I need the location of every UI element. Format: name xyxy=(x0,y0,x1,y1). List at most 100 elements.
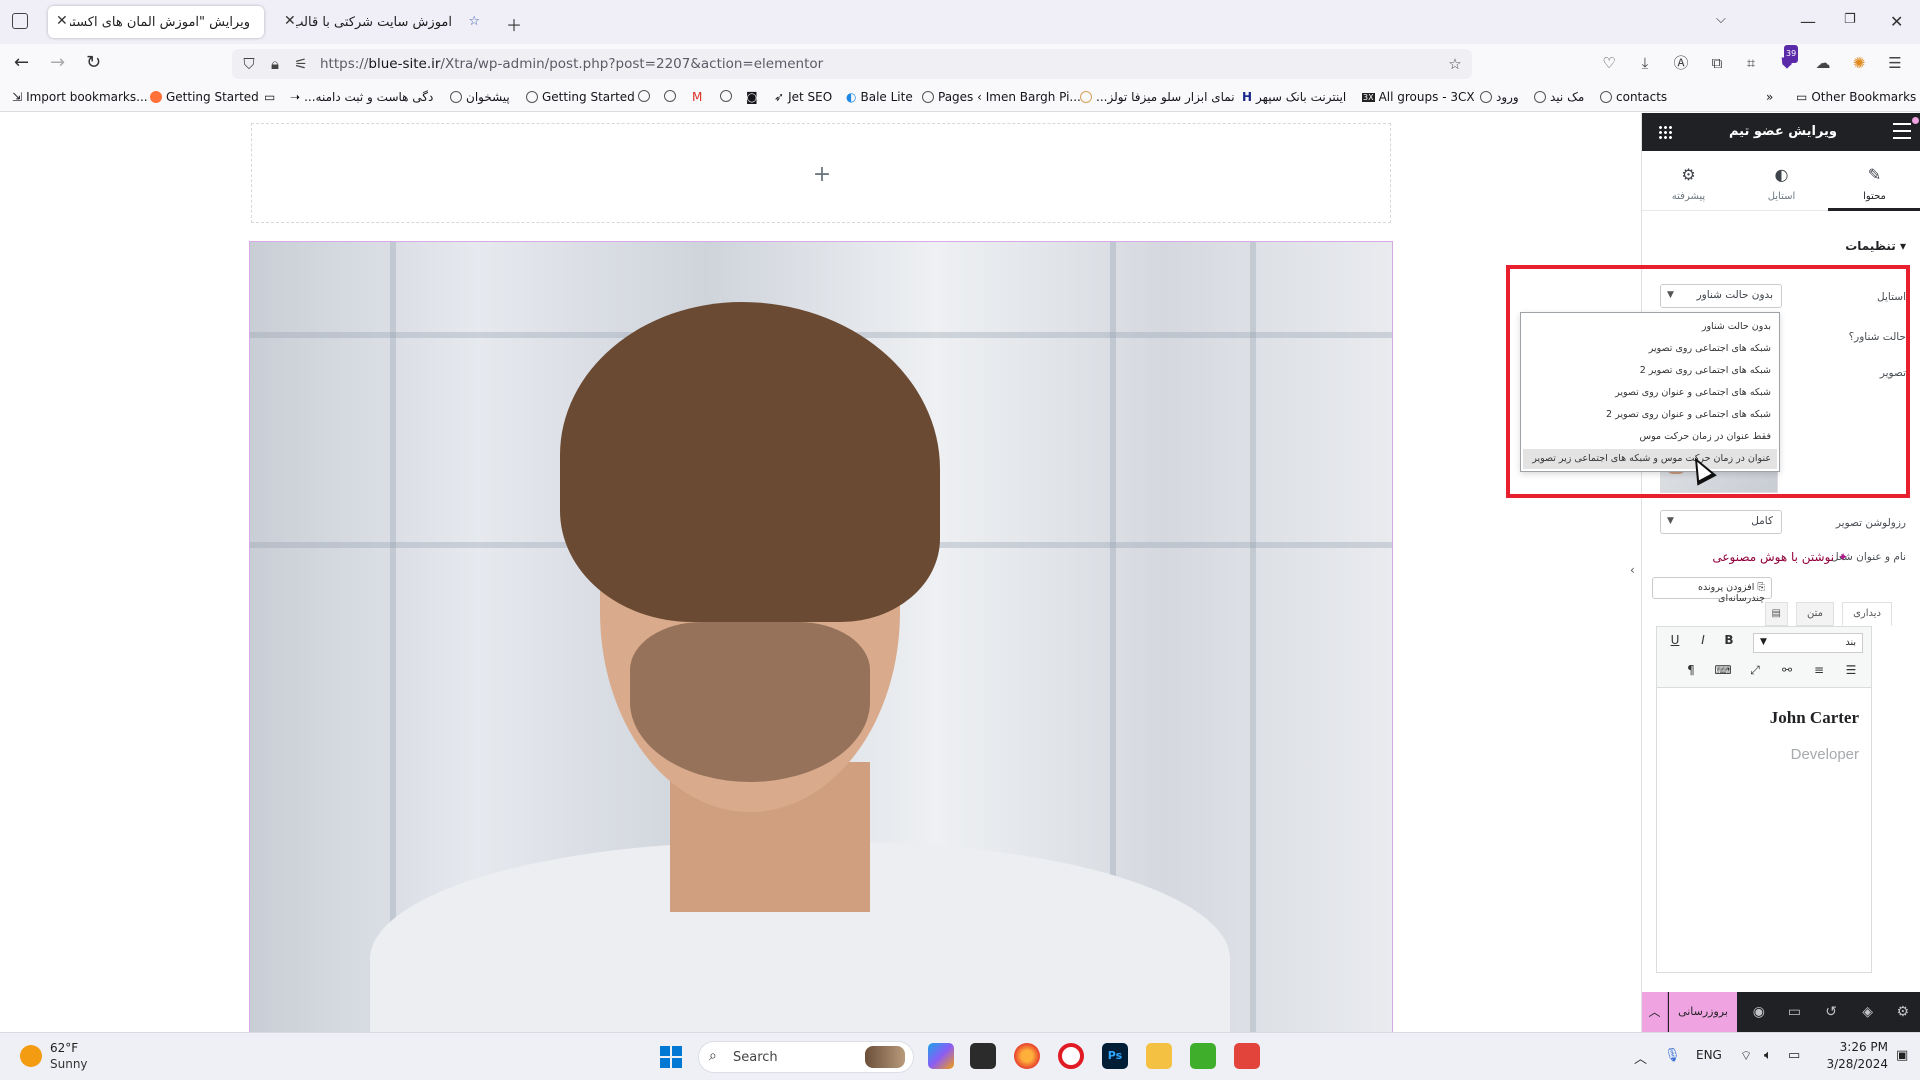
tab-advanced[interactable]: ⚙ پیشرفته xyxy=(1642,151,1735,211)
bookmark-hosting[interactable]: ➝ ...دگی هاست و ثبت دامنه xyxy=(290,90,433,104)
bookmark-mak-nid[interactable]: مک نید xyxy=(1534,90,1584,104)
back-icon[interactable]: ← xyxy=(14,52,29,73)
windows-start-icon[interactable] xyxy=(660,1046,682,1068)
collapse-panel-icon[interactable]: › xyxy=(1630,563,1635,577)
settings-gear-icon[interactable]: ⚙ xyxy=(1896,1004,1909,1020)
bold-icon[interactable]: B xyxy=(1719,633,1739,647)
extensions-icon[interactable]: ⧉ xyxy=(1708,54,1726,72)
volume-icon[interactable]: 🔈︎ xyxy=(1764,1048,1772,1063)
taskbar-search[interactable]: ⌕ Search xyxy=(698,1041,914,1073)
account-icon[interactable]: Ⓐ xyxy=(1672,54,1690,72)
bookmark-getting-started[interactable]: Getting Started xyxy=(150,90,259,104)
format-select[interactable]: بند ▼ xyxy=(1753,633,1863,653)
camtasia-icon[interactable] xyxy=(1190,1043,1216,1069)
bookmark-star-icon[interactable]: ☆ xyxy=(1446,55,1464,73)
bookmark-gmail[interactable]: M xyxy=(692,90,702,104)
bookmark-folder[interactable]: ▭ xyxy=(264,90,275,104)
battery-icon[interactable]: ▭ xyxy=(1788,1048,1800,1063)
preview-eye-icon[interactable]: ◉ xyxy=(1753,1004,1765,1020)
new-tab-icon[interactable]: ＋ xyxy=(506,12,522,36)
link-icon[interactable]: ⚯ xyxy=(1777,663,1797,677)
bookmark-login[interactable]: ورود xyxy=(1480,90,1519,104)
weather-temperature[interactable]: 62°F xyxy=(50,1041,78,1055)
bookmark-globe-2[interactable] xyxy=(664,90,676,102)
other-bookmarks[interactable]: ▭ Other Bookmarks xyxy=(1796,90,1916,104)
bookmark-app[interactable]: ◙ xyxy=(746,90,758,104)
notifications-icon[interactable]: ▣ xyxy=(1896,1048,1908,1063)
tab-style[interactable]: ◐ استایل xyxy=(1735,151,1828,211)
bookmark-jet-seo[interactable]: ➶ Jet SEO xyxy=(774,90,832,104)
fullscreen-icon[interactable]: ⤢ xyxy=(1745,663,1765,678)
more-bookmarks-icon[interactable]: » xyxy=(1766,90,1773,104)
wifi-icon[interactable]: ⌔ xyxy=(1740,1048,1752,1064)
firefox-icon[interactable] xyxy=(1014,1043,1040,1069)
minimize-icon[interactable]: — xyxy=(1800,12,1816,31)
bookmark-sepehr-bank[interactable]: H اینترنت بانک سپهر xyxy=(1242,90,1346,104)
gear-extension-icon[interactable]: ✺ xyxy=(1850,54,1868,72)
ai-write-link[interactable]: ✦ نوشتن با هوش مصنوعی xyxy=(1712,550,1848,564)
cloud-icon[interactable]: ☁ xyxy=(1814,54,1832,72)
clock-time[interactable]: 3:26 PM xyxy=(1828,1040,1888,1054)
close-window-icon[interactable]: ✕ xyxy=(1890,12,1903,31)
bookmark-globe-3[interactable] xyxy=(720,90,732,102)
microphone-icon[interactable]: 🎙︎ xyxy=(1664,1048,1681,1063)
bullet-list-icon[interactable]: ☰ xyxy=(1841,663,1861,677)
photoshop-icon[interactable]: Ps xyxy=(1102,1043,1128,1069)
bookmark-pages[interactable]: Pages ‹ Imen Bargh Pi... xyxy=(922,90,1081,104)
reload-icon[interactable]: ↻ xyxy=(86,52,101,73)
update-button[interactable]: بروزرسانی xyxy=(1669,992,1737,1032)
tab-visual[interactable]: دیداری xyxy=(1842,602,1892,626)
downloads-icon[interactable]: ⤓ xyxy=(1636,54,1654,72)
chevron-down-icon[interactable]: ⌵ xyxy=(1716,12,1726,27)
tab-elementor-editor[interactable]: ویرایش "آموزش المان های اکسترا - ه ✕ xyxy=(48,6,264,38)
app-menu-icon[interactable]: ☰ xyxy=(1886,54,1904,72)
pocket-icon[interactable]: ♡ xyxy=(1600,54,1618,72)
keyboard-icon[interactable]: ⌨ xyxy=(1713,663,1733,677)
add-media-button[interactable]: ⎘ افزودن پرونده چندرسانه‌ای xyxy=(1652,577,1772,604)
numbered-list-icon[interactable]: ≡ xyxy=(1809,663,1829,677)
lock-icon[interactable]: 🔒︎ xyxy=(266,55,284,73)
bookmark-globe-1[interactable] xyxy=(638,90,650,102)
bookmark-seo-tools[interactable]: ...نمای ابزار سلو میزفا تولز xyxy=(1080,90,1235,104)
recorder-icon[interactable] xyxy=(1234,1043,1260,1069)
clock-date[interactable]: 3/28/2024 xyxy=(1818,1057,1888,1071)
language-indicator[interactable]: ENG xyxy=(1696,1048,1722,1062)
team-member-photo[interactable] xyxy=(249,241,1393,1034)
sun-icon[interactable] xyxy=(20,1045,42,1067)
widgets-grid-icon[interactable] xyxy=(1658,125,1672,139)
forward-icon[interactable]: → xyxy=(50,52,65,73)
copilot-icon[interactable] xyxy=(928,1043,954,1069)
opera-icon[interactable] xyxy=(1058,1043,1084,1069)
resolution-select[interactable]: کامل ▼ xyxy=(1660,510,1782,534)
weather-condition[interactable]: Sunny xyxy=(50,1057,88,1071)
chevron-up-icon[interactable]: ︿ xyxy=(1642,992,1668,1032)
close-icon[interactable]: ✕ xyxy=(56,13,68,29)
tab-tutorial[interactable]: ☆ آموزش سایت شرکتی با قالب اکس ✕ xyxy=(276,6,486,38)
close-icon[interactable]: ✕ xyxy=(284,13,296,29)
underline-icon[interactable]: U xyxy=(1665,633,1685,647)
hamburger-menu-icon[interactable] xyxy=(1893,123,1911,139)
file-explorer-icon[interactable] xyxy=(1146,1043,1172,1069)
task-view-icon[interactable] xyxy=(970,1043,996,1069)
paragraph-direction-icon[interactable]: ¶ xyxy=(1681,663,1701,677)
address-bar[interactable]: ⛉ 🔒︎ ⚟ https://blue-site.ir/Xtra/wp-admi… xyxy=(232,49,1472,79)
crop-icon[interactable]: ⌗ xyxy=(1742,54,1760,72)
editor-content-area[interactable]: John Carter Developer xyxy=(1656,688,1872,973)
bookmark-import[interactable]: ⇲ Import bookmarks... xyxy=(12,90,148,104)
shield-icon[interactable]: ⛉ xyxy=(240,55,258,73)
restore-icon[interactable]: ❐ xyxy=(1844,12,1856,27)
permissions-icon[interactable]: ⚟ xyxy=(292,55,310,73)
chevron-up-icon[interactable]: ︿ xyxy=(1634,1048,1647,1067)
settings-section-toggle[interactable]: ▾ تنظیمات xyxy=(1845,239,1906,253)
shield-extension-icon[interactable]: ⛊ 39 xyxy=(1778,45,1799,72)
responsive-icon[interactable]: ▭ xyxy=(1788,1004,1801,1020)
tab-text[interactable]: متن xyxy=(1796,602,1834,626)
add-section-icon[interactable]: + xyxy=(807,160,837,190)
bookmark-bale-lite[interactable]: ◐ Bale Lite xyxy=(846,90,913,104)
tab-content[interactable]: ✎ محتوا xyxy=(1828,151,1920,211)
empty-section-dropzone[interactable]: + xyxy=(251,123,1391,223)
layers-icon[interactable]: ◈ xyxy=(1862,1004,1873,1020)
toolbar-toggle-icon[interactable]: ▤ xyxy=(1764,602,1788,626)
bookmark-contacts[interactable]: contacts xyxy=(1600,90,1667,104)
bookmark-dashboard[interactable]: پیشخوان xyxy=(450,90,510,104)
